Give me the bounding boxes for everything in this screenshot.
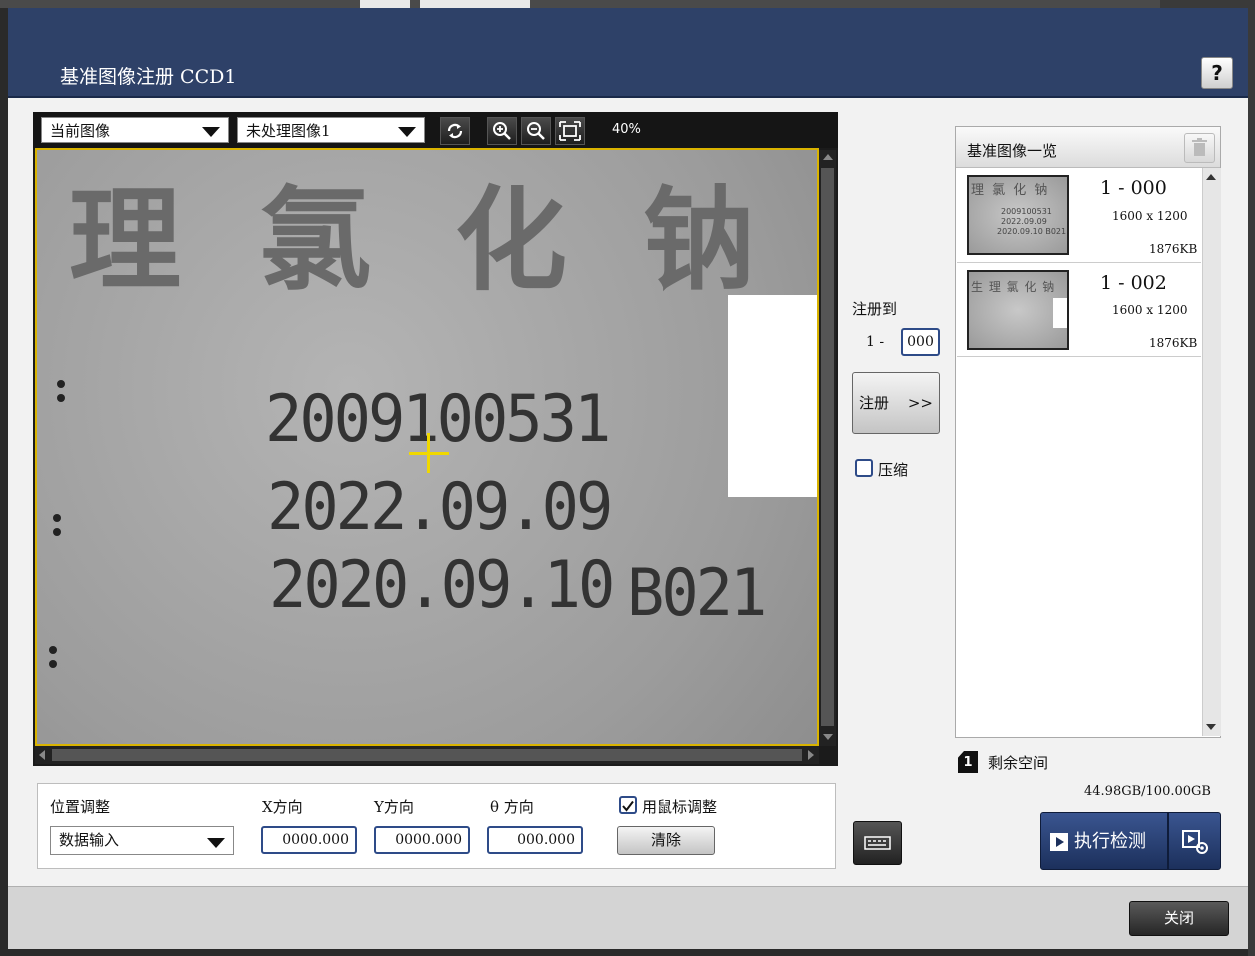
play-icon <box>1050 833 1068 851</box>
keyboard-button[interactable] <box>853 821 902 865</box>
play-settings-icon <box>1182 830 1208 854</box>
zoom-in-icon <box>493 122 511 140</box>
dialog-footer <box>8 886 1248 949</box>
reference-resolution: 1600 x 1200 <box>1112 303 1188 317</box>
position-adjust-title: 位置调整 <box>50 798 111 816</box>
image-text-code: B021 <box>627 554 767 631</box>
dialog-title: 基准图像注册 CCD1 <box>60 66 237 88</box>
thumbnail-text: 理 氯 化 钠 <box>971 183 1050 198</box>
image-header-char: 氯 <box>259 176 371 306</box>
crosshair-marker[interactable] <box>427 433 430 473</box>
close-button[interactable]: 关闭 <box>1129 901 1229 936</box>
image-mark <box>53 514 61 522</box>
theta-direction-label: θ 方向 <box>490 798 534 816</box>
reference-resolution: 1600 x 1200 <box>1112 209 1188 223</box>
zoom-level: 40% <box>612 122 641 137</box>
fit-to-window-button[interactable] <box>555 117 585 145</box>
delete-button[interactable] <box>1184 133 1215 163</box>
image-mark <box>49 646 57 654</box>
image-mark <box>49 660 57 668</box>
image-text-line2: 2022.09.09 <box>267 468 613 545</box>
image-text-line1: 2009100531 <box>265 380 611 457</box>
help-button[interactable]: ? <box>1201 57 1233 89</box>
scroll-down-icon[interactable] <box>1206 724 1216 730</box>
scroll-left-icon[interactable] <box>39 750 45 760</box>
viewer-vertical-scroll-thumb[interactable] <box>821 168 834 726</box>
register-prefix: 1 - <box>866 334 885 350</box>
scroll-down-icon[interactable] <box>823 734 833 740</box>
register-slot-input[interactable]: 000 <box>901 328 940 356</box>
register-to-label: 注册到 <box>852 300 898 318</box>
y-offset-input[interactable]: 0000.000 <box>374 826 470 854</box>
reference-list-item[interactable]: 生 理 氯 化 钠 1 - 002 1600 x 1200 1876KB <box>957 264 1201 357</box>
image-text-line3: 2020.09.10 <box>269 546 615 623</box>
reference-thumbnail: 生 理 氯 化 钠 <box>967 270 1069 350</box>
chevron-down-icon <box>202 127 220 137</box>
image-header-char: 钠 <box>643 176 755 306</box>
compress-checkbox[interactable] <box>855 459 873 477</box>
source-image-select-value: 当前图像 <box>50 122 111 140</box>
scroll-up-icon[interactable] <box>1206 174 1216 180</box>
position-mode-select-value: 数据输入 <box>59 831 120 849</box>
reference-thumbnail: 理 氯 化 钠 2009100531 2022.09.09 2020.09.10… <box>967 175 1069 255</box>
checkmark-icon <box>622 800 634 812</box>
thumbnail-white-patch <box>1053 298 1067 328</box>
reference-file-size: 1876KB <box>1149 242 1198 256</box>
reference-id: 1 - 002 <box>1100 272 1167 294</box>
scroll-up-icon[interactable] <box>823 154 833 160</box>
zoom-in-button[interactable] <box>487 117 517 145</box>
y-direction-label: Y方向 <box>374 798 414 816</box>
image-header-char: 化 <box>455 176 567 306</box>
reference-list-title: 基准图像一览 <box>967 142 1058 160</box>
image-mark <box>53 528 61 536</box>
refresh-icon <box>447 123 463 139</box>
image-header-char: 理 <box>69 176 181 306</box>
mouse-adjust-checkbox[interactable] <box>619 796 637 814</box>
background-window-strip <box>0 0 1255 8</box>
process-image-select[interactable]: 未处理图像1 <box>237 117 425 143</box>
remaining-space-value: 44.98GB/100.00GB <box>1084 784 1211 799</box>
refresh-button[interactable] <box>440 117 470 145</box>
clear-button[interactable]: 清除 <box>617 826 715 855</box>
source-image-select[interactable]: 当前图像 <box>41 117 229 143</box>
process-image-select-value: 未处理图像1 <box>246 122 331 140</box>
scroll-right-icon[interactable] <box>808 750 814 760</box>
image-white-patch <box>728 295 817 497</box>
x-offset-input[interactable]: 0000.000 <box>261 826 357 854</box>
remaining-space-label: 剩余空间 <box>988 754 1049 772</box>
execute-detection-label: 执行检测 <box>1074 831 1146 852</box>
position-mode-select[interactable]: 数据输入 <box>50 826 234 855</box>
x-direction-label: X方向 <box>262 798 303 816</box>
register-arrow-icon: >> <box>907 394 933 412</box>
image-mark <box>57 394 65 402</box>
image-mark <box>57 380 65 388</box>
viewer-horizontal-scroll-thumb[interactable] <box>52 749 802 761</box>
compress-label: 压缩 <box>878 461 909 479</box>
chevron-down-icon <box>398 127 416 137</box>
fit-screen-icon <box>559 121 581 141</box>
keyboard-icon <box>864 836 891 850</box>
mouse-adjust-label: 用鼠标调整 <box>642 798 718 816</box>
trash-icon <box>1192 138 1207 156</box>
thumbnail-text: 2020.09.10 B021 <box>997 227 1067 236</box>
reference-id: 1 - 000 <box>1100 177 1167 199</box>
execute-detection-button[interactable]: 执行检测 <box>1040 812 1168 870</box>
background-window-edge <box>1248 0 1255 956</box>
theta-offset-input[interactable]: 000.000 <box>487 826 583 854</box>
thumbnail-text: 生 理 氯 化 钠 <box>971 280 1056 294</box>
execute-settings-button[interactable] <box>1168 812 1221 870</box>
zoom-out-icon <box>527 122 545 140</box>
register-button-label: 注册 <box>859 394 890 412</box>
zoom-out-button[interactable] <box>521 117 551 145</box>
reference-list-item[interactable]: 理 氯 化 钠 2009100531 2022.09.09 2020.09.10… <box>957 170 1201 263</box>
thumbnail-text: 2022.09.09 <box>1001 217 1047 226</box>
inspection-image[interactable]: 理 氯 化 钠 2009100531 2022.09.09 2020.09.10… <box>35 148 819 746</box>
register-button[interactable]: 注册 >> <box>852 372 940 434</box>
chevron-down-icon <box>207 838 225 848</box>
thumbnail-text: 2009100531 <box>1001 207 1052 216</box>
reference-list-scrollbar[interactable] <box>1202 168 1221 736</box>
reference-file-size: 1876KB <box>1149 336 1198 350</box>
